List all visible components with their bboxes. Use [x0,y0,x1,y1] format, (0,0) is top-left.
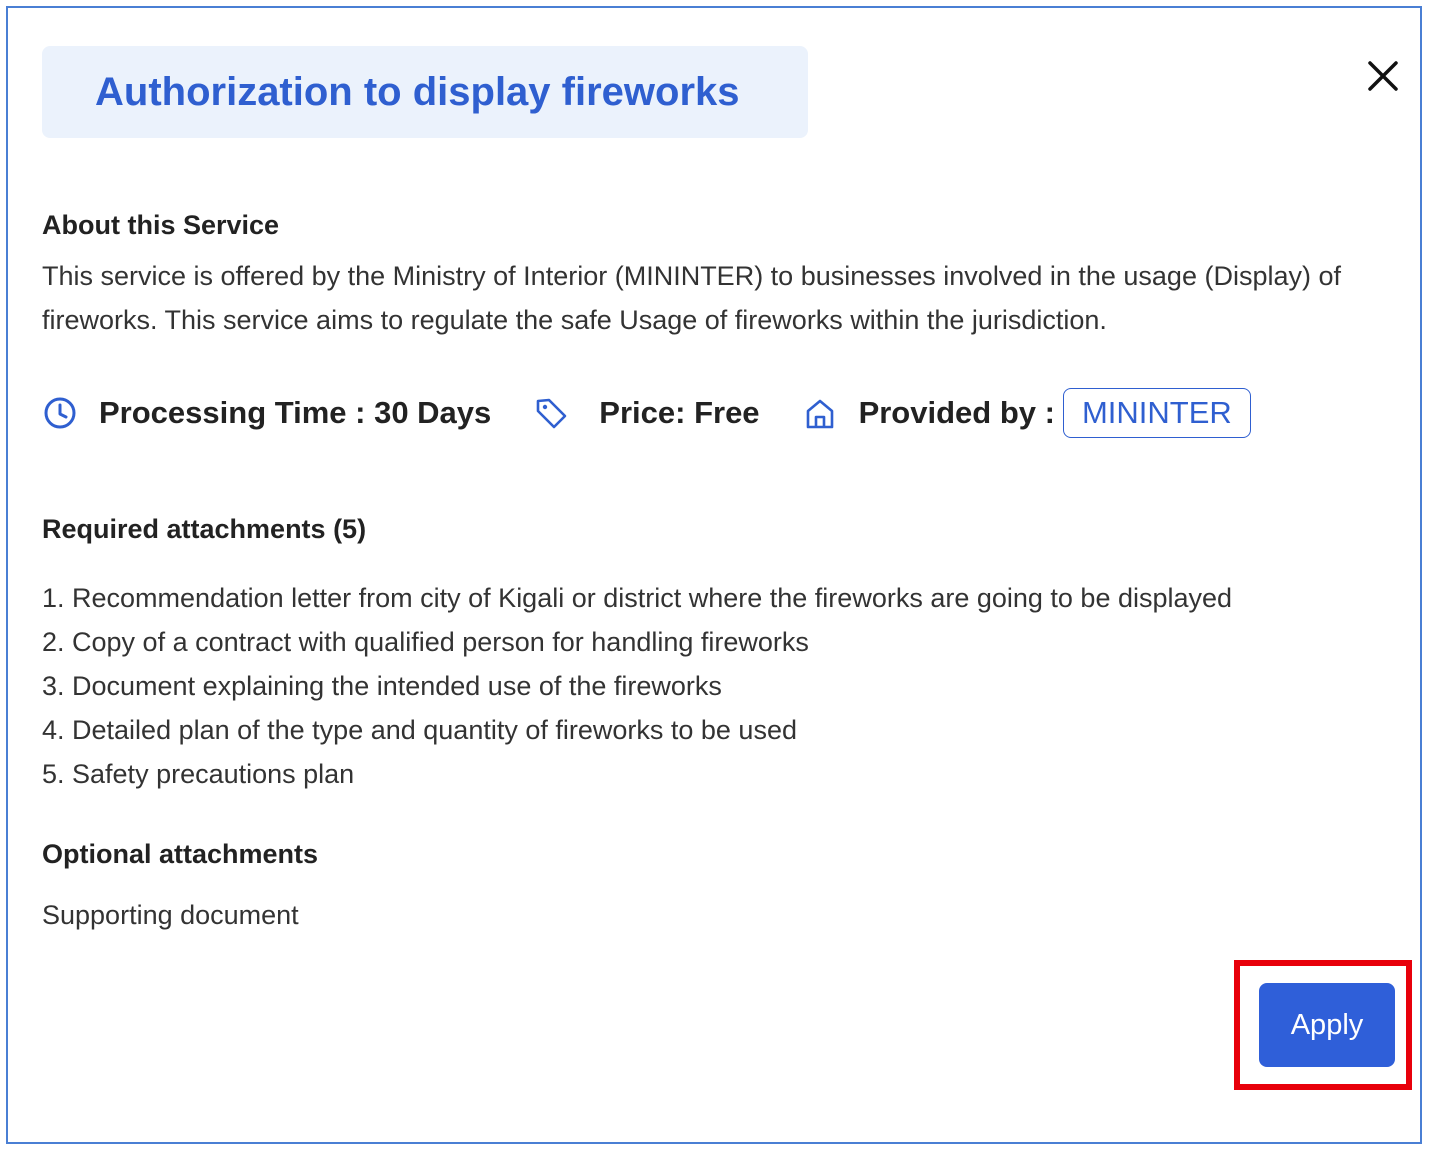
about-description: This service is offered by the Ministry … [42,261,1341,335]
list-item: 2. Copy of a contract with qualified per… [42,627,809,657]
home-icon [802,395,838,431]
optional-attachment-item: Supporting document [42,900,299,930]
service-meta-row: Processing Time : 30 Days Price: Free Pr… [42,388,1251,438]
dialog-title: Authorization to display fireworks [95,69,740,114]
tag-icon [533,395,569,431]
close-icon [1368,61,1398,91]
optional-attachments-heading: Optional attachments [42,839,319,869]
list-item: 5. Safety precautions plan [42,759,355,789]
clock-icon [42,395,78,431]
dialog-title-container: Authorization to display fireworks [42,46,808,138]
provided-by-label: Provided by : [858,395,1055,430]
apply-button[interactable]: Apply [1259,983,1395,1067]
list-item: 3. Document explaining the intended use … [42,671,722,701]
required-attachments-list: 1. Recommendation letter from city of Ki… [42,576,1232,796]
list-item: 1. Recommendation letter from city of Ki… [42,583,1233,613]
price: Price: Free [533,395,760,431]
price-label: Price: Free [599,395,760,430]
close-button[interactable] [1363,56,1403,96]
list-item: 4. Detailed plan of the type and quantit… [42,715,797,745]
service-details-dialog: Authorization to display fireworks About… [6,6,1422,1144]
about-heading: About this Service [42,210,280,240]
required-attachments-heading: Required attachments (5) [42,514,367,544]
processing-time: Processing Time : 30 Days [42,395,491,431]
processing-time-label: Processing Time : 30 Days [99,395,492,430]
provider: Provided by : MININTER [802,388,1251,438]
provider-chip[interactable]: MININTER [1062,388,1251,438]
